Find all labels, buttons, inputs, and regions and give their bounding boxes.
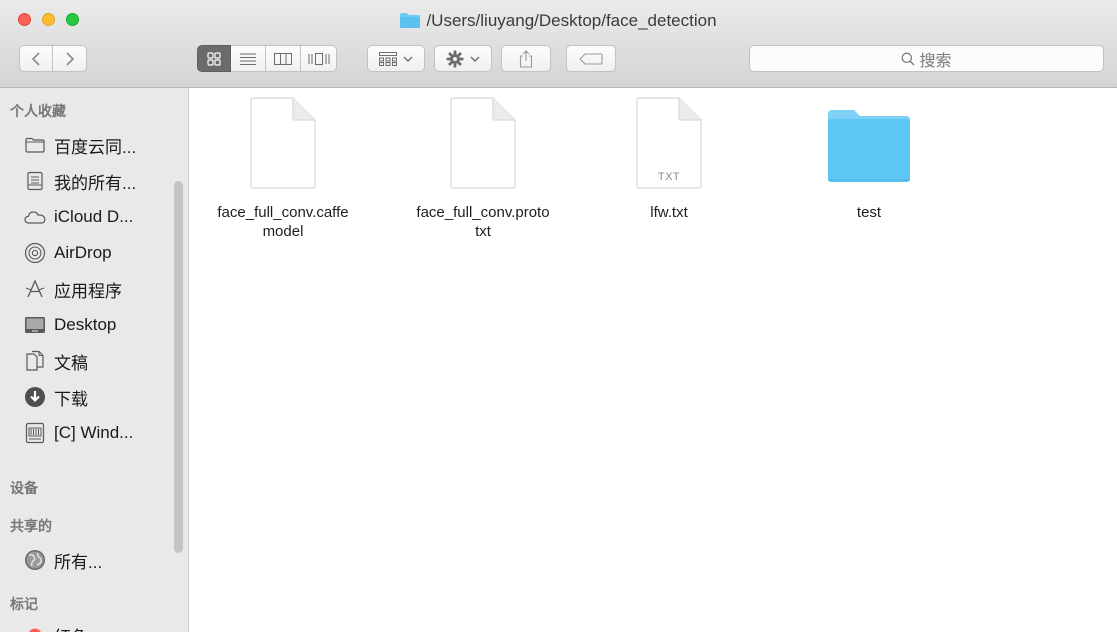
airdrop-icon [24,242,46,264]
gear-icon [446,50,464,67]
file-item[interactable]: face_full_conv.caffe model [203,96,363,241]
arrange-icon [379,51,397,66]
sidebar-item-label: 我的所有... [54,173,137,193]
document-icon [250,97,316,189]
sidebar: 个人收藏 百度云同... 我的所有... iCloud D... AirDrop… [0,88,189,632]
search-icon [902,52,915,65]
file-type-badge: TXT [657,171,681,183]
history-navigation [19,45,87,72]
sidebar-item-label: Desktop [54,315,117,334]
sidebar-item-label: 应用程序 [54,281,122,301]
grid-icon [207,51,221,66]
file-name: lfw.txt [650,204,688,221]
window-title-bar: /Users/liuyang/Desktop/face_detection [0,10,1117,32]
chevron-left-icon [31,51,40,66]
file-browser-area: face_full_conv.caffe model face_full_conv… [189,88,1117,632]
applications-icon [24,278,46,300]
cover-flow-icon [308,52,329,65]
tag-icon [579,52,603,65]
folder-item[interactable]: test [809,96,929,222]
red-tag-dot-icon [24,624,46,632]
edit-tags-button[interactable] [566,45,616,72]
window-title: /Users/liuyang/Desktop/face_detection [426,11,717,30]
sidebar-item-icloud[interactable]: iCloud D... [24,202,133,232]
chevron-right-icon [65,51,74,66]
sidebar-item-baidu[interactable]: 百度云同... [24,130,136,160]
share-button[interactable] [501,45,551,72]
sidebar-item-shared-all[interactable]: 所有... [24,545,102,575]
chevron-down-icon [470,56,480,62]
list-icon [240,52,256,65]
sidebar-item-airdrop[interactable]: AirDrop [24,238,112,268]
shared-header: 共享的 [10,518,52,534]
downloads-icon [24,386,46,408]
chevron-down-icon [403,56,413,62]
share-icon [519,49,533,68]
folder-icon [828,110,910,182]
sidebar-item-windows-drive[interactable]: [C] Wind... [24,418,133,448]
sidebar-item-desktop[interactable]: Desktop [24,310,116,340]
sidebar-item-downloads[interactable]: 下载 [24,382,88,412]
sidebar-item-label: 文稿 [54,353,88,373]
action-button[interactable] [434,45,492,72]
view-mode-control [197,45,337,72]
file-item[interactable]: TXT lfw.txt [609,96,729,222]
devices-header: 设备 [10,480,38,496]
search-field[interactable]: 搜索 [749,45,1104,72]
file-name: test [856,204,882,221]
file-name: face_full_conv.caffe model [217,204,349,240]
network-icon [24,549,46,571]
favorites-header: 个人收藏 [10,103,66,119]
column-view-button[interactable] [266,45,301,72]
cloud-icon [24,206,46,228]
desktop-icon [24,314,46,336]
sidebar-item-label: [C] Wind... [54,423,134,442]
all-files-icon [24,170,46,192]
cover-flow-view-button[interactable] [301,45,337,72]
text-file-icon: TXT [633,96,705,191]
back-button[interactable] [19,45,53,72]
forward-button[interactable] [53,45,87,72]
drive-icon [24,422,46,444]
sidebar-item-label: iCloud D... [54,207,134,226]
sidebar-item-label: AirDrop [54,243,112,262]
sidebar-item-all-files[interactable]: 我的所有... [24,166,136,196]
documents-icon [24,350,46,372]
arrange-button[interactable] [367,45,425,72]
list-view-button[interactable] [231,45,266,72]
icon-view-button[interactable] [197,45,231,72]
document-icon [450,97,516,189]
tags-header: 标记 [10,596,38,612]
toolbar: /Users/liuyang/Desktop/face_detection 搜索 [0,0,1117,88]
sidebar-item-documents[interactable]: 文稿 [24,346,88,376]
search-placeholder: 搜索 [919,52,952,70]
sidebar-item-label: 所有... [54,552,103,572]
sidebar-item-label: 下载 [54,389,88,409]
finder-window: /Users/liuyang/Desktop/face_detection 搜索… [0,0,1117,632]
sidebar-item-label: 百度云同... [54,137,137,157]
sidebar-item-applications[interactable]: 应用程序 [24,274,122,304]
folder-icon [24,134,46,156]
sidebar-item-label: 红色 [54,623,88,632]
file-item[interactable]: face_full_conv.proto txt [393,96,573,241]
columns-icon [274,52,292,65]
sidebar-item-tag-red[interactable]: 红色 [24,620,88,632]
folder-icon [400,13,421,28]
file-name: face_full_conv.proto txt [416,204,550,240]
sidebar-scrollbar[interactable] [174,181,183,553]
